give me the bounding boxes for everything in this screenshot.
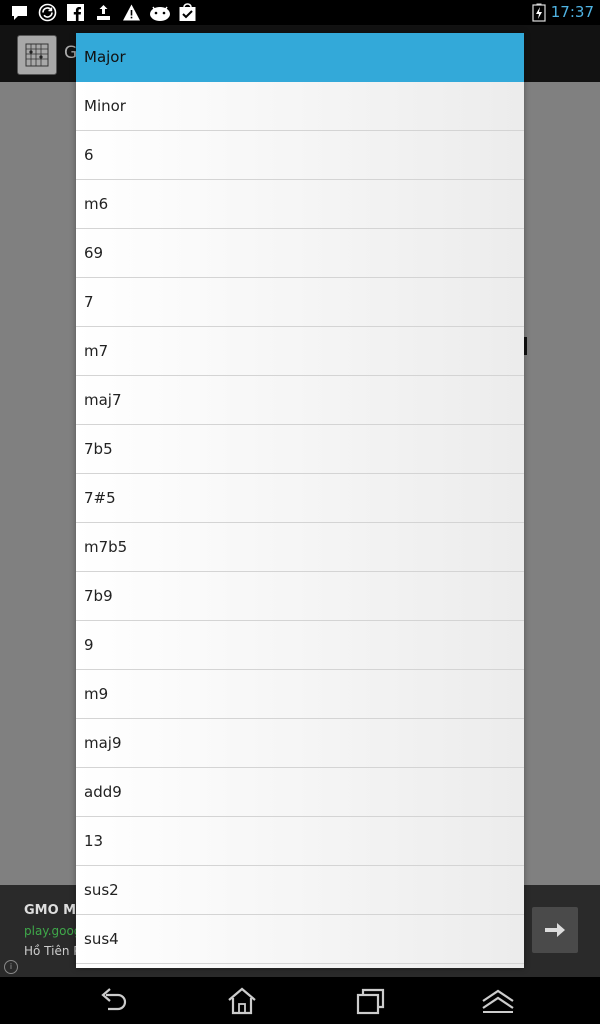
chord-type-option-label: m7b5 (84, 538, 128, 556)
chord-type-option-label: Major (84, 48, 126, 66)
upload-icon (97, 5, 110, 20)
chord-type-option[interactable]: sus4 (76, 915, 524, 964)
chord-type-option-label: 7b5 (84, 440, 113, 458)
chord-type-dialog: Major Minor 6 m6 69 7 m7 maj7 7b5 7#5 m7b5 7b9 9 m9 ma… (76, 33, 524, 968)
ad-subtitle[interactable]: Hồ Tiên P (24, 944, 81, 958)
chord-type-option-label: 69 (84, 244, 104, 262)
chord-type-option-label: 7 (84, 293, 94, 311)
menu-up-icon[interactable] (480, 985, 516, 1017)
warning-icon (123, 4, 140, 21)
chord-type-option-label: 13 (84, 832, 104, 850)
recent-apps-icon[interactable] (352, 985, 388, 1017)
chord-type-option-label: m9 (84, 685, 109, 703)
chord-type-option-label: m7 (84, 342, 109, 360)
chord-type-option[interactable]: m6 (76, 180, 524, 229)
screen: 17:37 G GMO Mi play.goog Hồ Tiên P i Maj… (0, 0, 600, 1024)
chord-type-option[interactable]: m7b5 (76, 523, 524, 572)
chord-type-option[interactable]: 7 (76, 278, 524, 327)
chord-type-option-label: maj9 (84, 734, 122, 752)
chord-type-option[interactable]: 13 (76, 817, 524, 866)
chord-type-option[interactable]: 7b9 (76, 572, 524, 621)
chord-type-option[interactable]: maj7 (76, 376, 524, 425)
status-bar: 17:37 (0, 0, 600, 25)
chord-type-option-label: 9 (84, 636, 94, 654)
chord-type-option[interactable]: m9 (76, 670, 524, 719)
ad-info-icon[interactable]: i (4, 960, 18, 974)
chord-type-option[interactable]: 6 (76, 131, 524, 180)
chord-type-option[interactable]: 7b5 (76, 425, 524, 474)
check-bag-icon (179, 3, 196, 21)
chord-type-option[interactable]: sus2 (76, 866, 524, 915)
status-time: 17:37 (550, 3, 594, 21)
arrow-right-icon (545, 923, 565, 937)
chord-type-list: Major Minor 6 m6 69 7 m7 maj7 7b5 7#5 m7b5 7b9 9 m9 ma… (76, 33, 524, 964)
sync-icon (38, 3, 57, 22)
chord-type-option[interactable]: Minor (76, 82, 524, 131)
chord-type-option-label: 7b9 (84, 587, 113, 605)
android-icon (150, 6, 170, 21)
chord-type-option[interactable]: Major (76, 33, 524, 82)
chord-type-option-label: maj7 (84, 391, 122, 409)
chord-type-option[interactable]: maj9 (76, 719, 524, 768)
chord-type-option[interactable]: 69 (76, 229, 524, 278)
chord-type-option[interactable]: 7#5 (76, 474, 524, 523)
chord-type-option-label: Minor (84, 97, 126, 115)
chord-type-option-label: 7#5 (84, 489, 116, 507)
facebook-icon (67, 4, 84, 21)
ad-url[interactable]: play.goog (24, 924, 81, 938)
chord-grid-icon[interactable] (17, 35, 57, 75)
chord-type-option-label: 6 (84, 146, 94, 164)
chord-type-option[interactable]: add9 (76, 768, 524, 817)
chord-type-option-label: sus2 (84, 881, 119, 899)
back-icon[interactable] (96, 985, 132, 1017)
chord-type-option-label: m6 (84, 195, 109, 213)
message-icon (12, 6, 27, 20)
ad-arrow-button[interactable] (532, 907, 578, 953)
home-icon[interactable] (224, 985, 260, 1017)
battery-charging-icon (532, 3, 546, 22)
ad-title[interactable]: GMO Mi (24, 903, 81, 918)
chord-type-option[interactable]: m7 (76, 327, 524, 376)
chord-type-option-label: add9 (84, 783, 122, 801)
chord-type-option-label: sus4 (84, 930, 119, 948)
navigation-bar (0, 977, 600, 1024)
chord-type-option[interactable]: 9 (76, 621, 524, 670)
